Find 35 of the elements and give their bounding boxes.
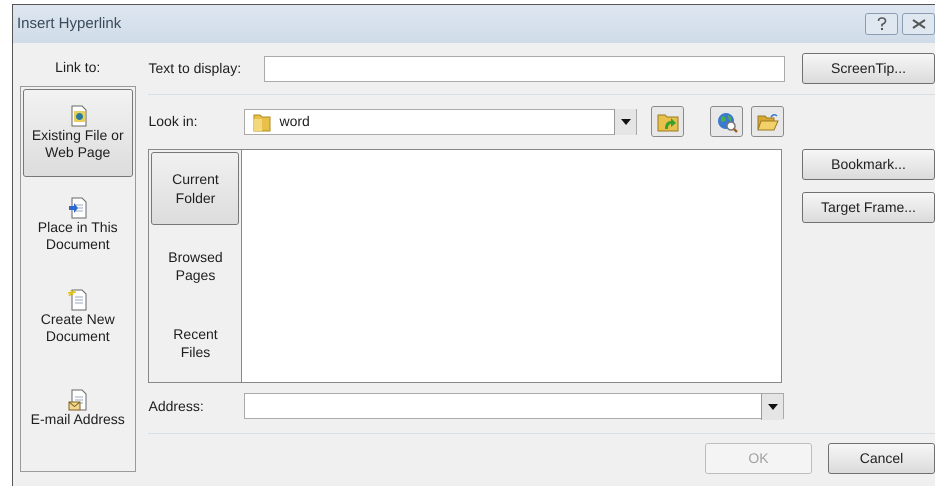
browse-tab[interactable]: Recent Files (151, 306, 240, 380)
link-to-item[interactable]: Place in This Document (22, 181, 133, 269)
globe-magnifier-icon (716, 110, 738, 132)
document-arrow-icon (68, 196, 88, 218)
dropdown-arrow-icon (768, 404, 778, 410)
target-frame-button[interactable]: Target Frame... (802, 192, 935, 223)
look-in-dropdown[interactable]: word (244, 108, 638, 134)
folder-icon (253, 112, 272, 132)
link-to-label: Link to: (55, 58, 100, 77)
address-field[interactable] (244, 393, 784, 419)
new-document-icon (68, 288, 88, 310)
close-icon (912, 19, 926, 29)
screentip-button[interactable]: ScreenTip... (802, 53, 935, 84)
envelope-document-icon (68, 389, 88, 412)
browse-file-button[interactable] (751, 106, 784, 137)
up-folder-button[interactable] (651, 106, 684, 137)
link-to-item[interactable]: Existing File or Web Page (22, 89, 133, 177)
dialog-button[interactable]: Cancel (828, 443, 935, 474)
text-to-display-field[interactable] (264, 56, 786, 82)
bookmark-button[interactable]: Bookmark... (802, 149, 935, 180)
browse-tab[interactable]: Browsed Pages (151, 229, 240, 303)
dropdown-arrow-icon (620, 118, 631, 124)
folder-up-arrow-icon (656, 112, 679, 132)
link-to-item[interactable]: Create New Document (22, 273, 133, 361)
look-in-label: Look in: (148, 112, 199, 131)
address-label: Address: (148, 396, 205, 416)
browse-web-button[interactable] (710, 106, 744, 137)
browse-tab[interactable]: Current Folder (151, 152, 240, 226)
help-icon (876, 17, 886, 31)
link-to-item[interactable]: E-mail Address (22, 365, 133, 453)
close-button[interactable] (902, 13, 935, 35)
help-button[interactable] (865, 13, 898, 35)
window-title: Insert Hyperlink (17, 14, 122, 34)
open-folder-icon (756, 112, 779, 132)
text-to-display-label: Text to display: (148, 59, 242, 78)
